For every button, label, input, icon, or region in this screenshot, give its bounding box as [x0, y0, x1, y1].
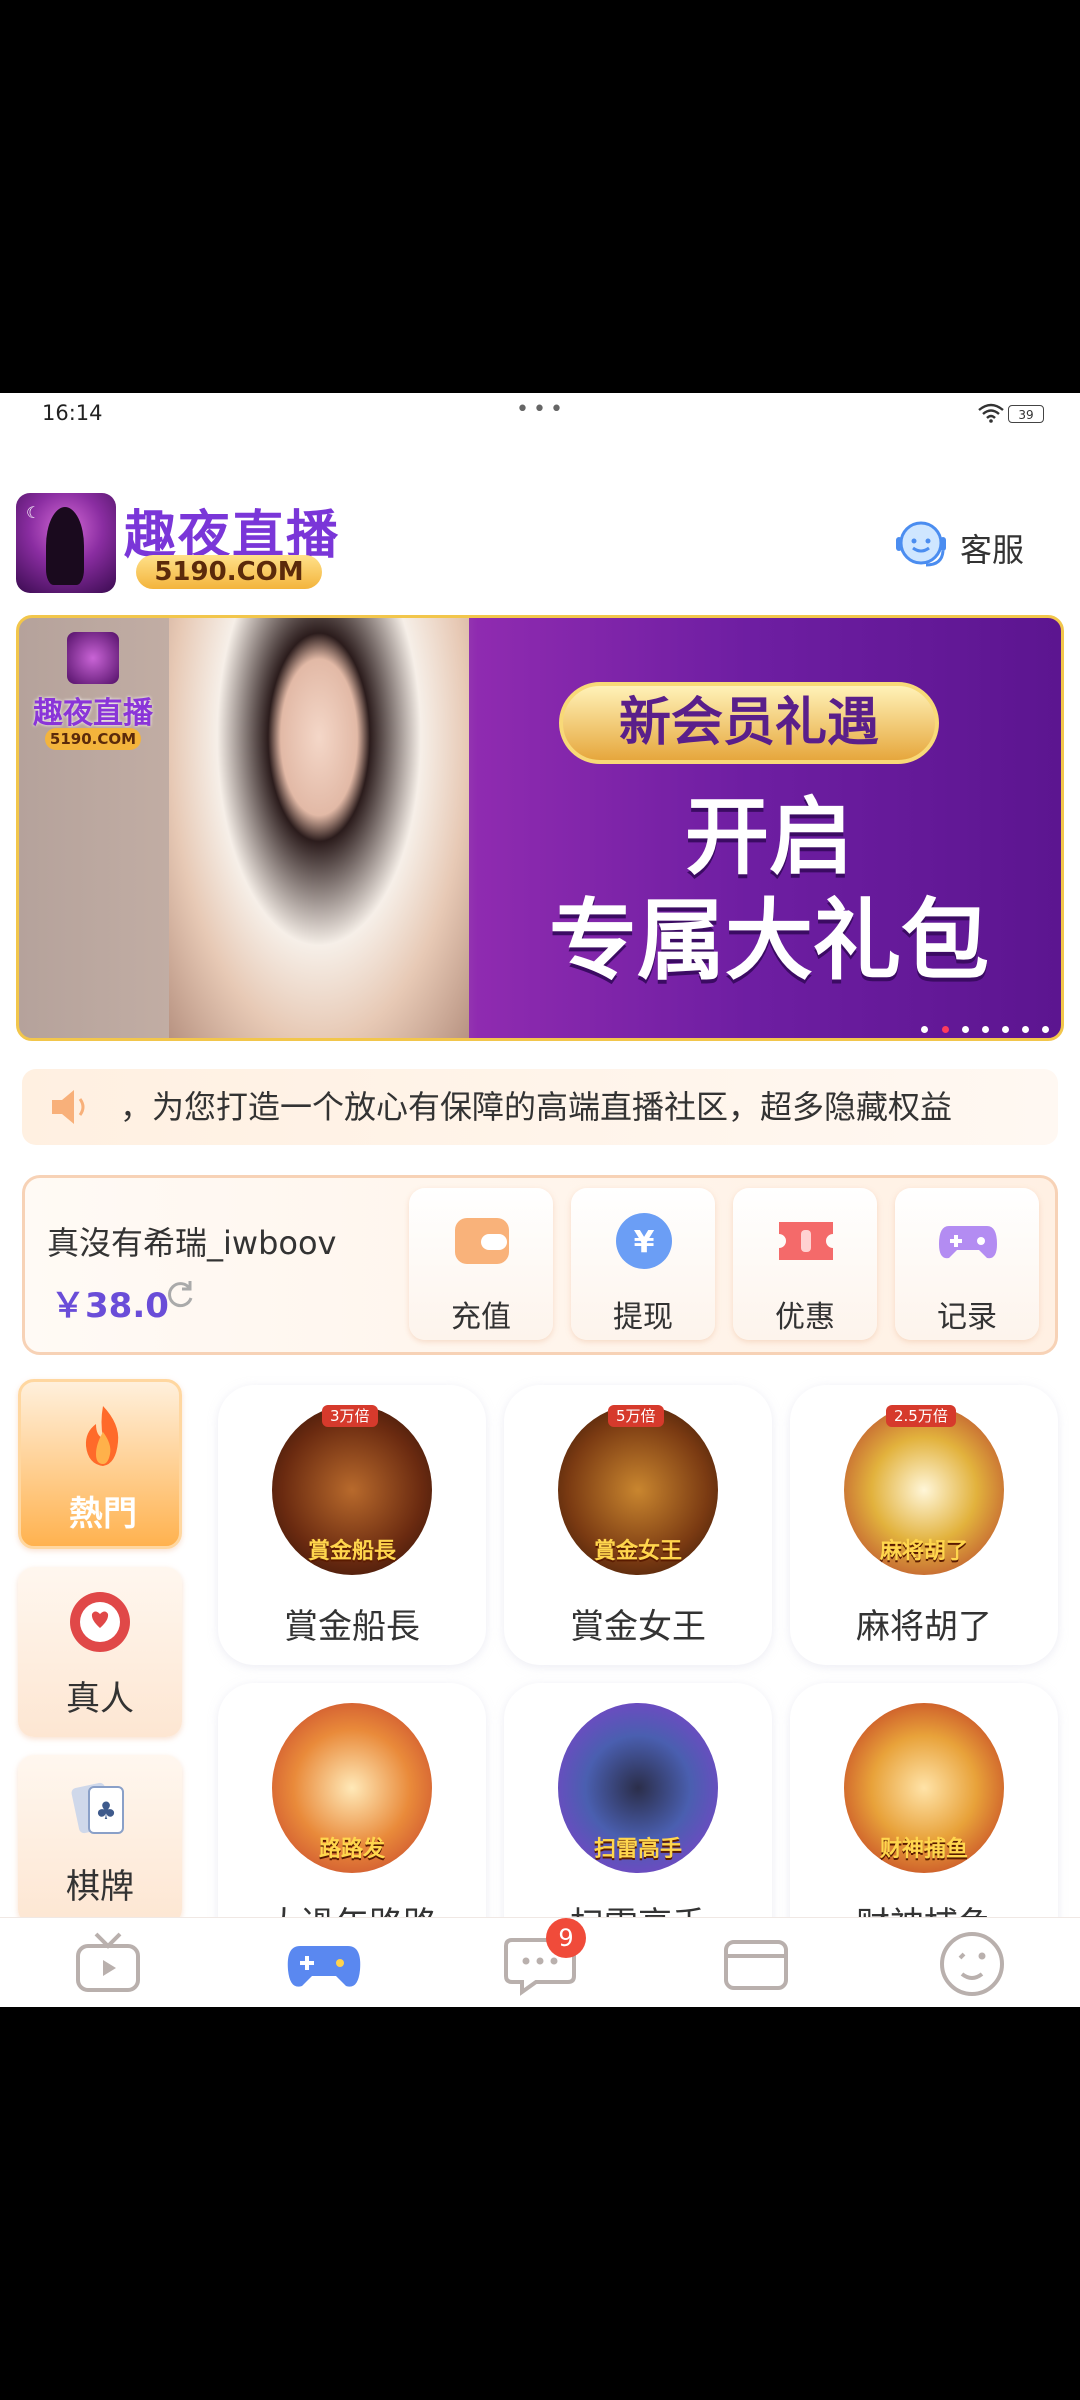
- pager-dot-active[interactable]: [941, 1026, 949, 1033]
- records-label: 记录: [937, 1300, 997, 1335]
- game-art-title: 扫雷高手: [593, 1837, 682, 1862]
- game-art-title: 财神捕鱼: [879, 1837, 968, 1862]
- banner-pager[interactable]: [913, 1018, 1049, 1033]
- pager-dot[interactable]: [1042, 1026, 1049, 1033]
- notice-marquee[interactable]: ，为您打造一个放心有保障的高端直播社区，超多隐藏权益: [22, 1069, 1058, 1145]
- banner-headline-2: 专属大礼包: [548, 889, 989, 992]
- yen-icon: ¥: [616, 1213, 672, 1269]
- category-hot[interactable]: 熱門: [18, 1379, 182, 1549]
- status-bar: 16:14 ••• 39: [0, 393, 1080, 433]
- headset-icon: [896, 521, 946, 567]
- deposit-button[interactable]: 充值: [409, 1188, 553, 1340]
- battery-icon: 39: [1008, 405, 1044, 423]
- category-cards[interactable]: ♣ 棋牌: [18, 1755, 182, 1925]
- svg-text:¥: ¥: [634, 1225, 655, 1260]
- promo-label: 优惠: [775, 1300, 835, 1335]
- wallet-card: 真沒有希瑞_iwboov ￥38.0 充值 ¥ 提现 优惠 记录: [22, 1175, 1058, 1355]
- multiplier-badge: 3万倍: [322, 1405, 378, 1427]
- more-dots-icon: •••: [516, 397, 567, 422]
- app-screen: 16:14 ••• 39 ☾ 趣夜直播 5190.COM 客服 趣夜直播 519…: [0, 393, 1080, 2007]
- multiplier-badge: 2.5万倍: [886, 1405, 956, 1427]
- banner-logo-title: 趣夜直播: [33, 696, 153, 731]
- smiley-icon: [940, 1932, 1004, 1996]
- game-art-title: 賞金船長: [307, 1539, 396, 1564]
- chip-icon: [70, 1592, 130, 1652]
- pager-dot[interactable]: [981, 1026, 989, 1033]
- game-card[interactable]: 5万倍 賞金女王 賞金女王: [504, 1385, 772, 1665]
- refresh-icon[interactable]: [163, 1278, 197, 1312]
- game-card[interactable]: 2.5万倍 麻将胡了 麻将胡了: [790, 1385, 1058, 1665]
- game-name: 賞金船長: [284, 1607, 420, 1647]
- category-label: 真人: [66, 1679, 134, 1719]
- category-label: 棋牌: [66, 1867, 134, 1907]
- withdraw-label: 提现: [613, 1300, 673, 1335]
- pager-dot[interactable]: [1021, 1026, 1029, 1033]
- pager-dot[interactable]: [1001, 1026, 1009, 1033]
- cards-icon: ♣: [71, 1782, 124, 1834]
- svg-text:♣: ♣: [95, 1797, 117, 1825]
- status-time: 16:14: [42, 401, 103, 425]
- category-label: 熱門: [69, 1494, 137, 1534]
- card-icon: [724, 1940, 788, 1990]
- pager-dot[interactable]: [921, 1026, 929, 1033]
- bottom-nav: 9: [0, 1917, 1080, 2007]
- records-button[interactable]: 记录: [895, 1188, 1039, 1340]
- speaker-icon: [52, 1090, 85, 1124]
- banner-pill: 新会员礼遇: [559, 682, 939, 764]
- game-art-title: 麻将胡了: [879, 1539, 968, 1564]
- game-name: 麻将胡了: [856, 1607, 992, 1647]
- wifi-icon: [978, 403, 1004, 423]
- promo-button[interactable]: 优惠: [733, 1188, 877, 1340]
- game-card[interactable]: 3万倍 賞金船長 賞金船長: [218, 1385, 486, 1665]
- pager-dot[interactable]: [961, 1026, 969, 1033]
- app-header: ☾ 趣夜直播 5190.COM 客服: [0, 493, 1080, 593]
- service-label: 客服: [960, 531, 1025, 569]
- messages-badge: 9: [546, 1918, 586, 1958]
- banner-logo: 趣夜直播 5190.COM: [33, 632, 153, 762]
- category-live[interactable]: 真人: [18, 1567, 182, 1737]
- promo-banner[interactable]: 趣夜直播 5190.COM 新会员礼遇 开启 专属大礼包: [16, 615, 1064, 1041]
- tv-icon: [76, 1932, 140, 1992]
- moon-icon: ☾: [26, 503, 41, 522]
- deposit-label: 充值: [451, 1300, 511, 1335]
- nav-profile[interactable]: [932, 1926, 1012, 2000]
- nav-wallet[interactable]: [716, 1926, 796, 2000]
- gamepad-icon: [939, 1226, 997, 1259]
- ticket-icon: [779, 1222, 833, 1260]
- nav-live[interactable]: [68, 1926, 148, 2000]
- domain-badge: 5190.COM: [136, 555, 322, 589]
- nav-games[interactable]: [284, 1926, 364, 2000]
- multiplier-badge: 5万倍: [608, 1405, 664, 1427]
- withdraw-button[interactable]: ¥ 提现: [571, 1188, 715, 1340]
- game-name: 賞金女王: [570, 1607, 706, 1647]
- game-art-title: 路路发: [318, 1837, 385, 1862]
- banner-logo-domain: 5190.COM: [45, 728, 141, 750]
- banner-photo: [169, 618, 469, 1038]
- gamepad-icon: [287, 1946, 361, 1987]
- notice-text: ，为您打造一个放心有保障的高端直播社区，超多隐藏权益: [120, 1088, 953, 1126]
- balance: ￥38.0: [51, 1286, 169, 1326]
- app-logo: ☾: [16, 493, 116, 593]
- flame-icon: [85, 1406, 119, 1466]
- wallet-icon: [455, 1218, 509, 1264]
- username: 真沒有希瑞_iwboov: [47, 1224, 337, 1262]
- game-art-title: 賞金女王: [593, 1539, 682, 1564]
